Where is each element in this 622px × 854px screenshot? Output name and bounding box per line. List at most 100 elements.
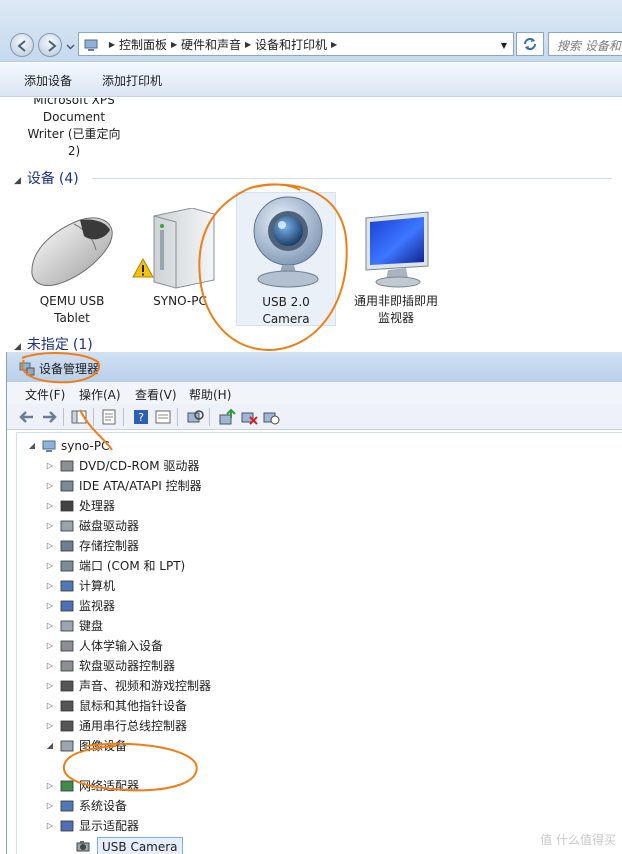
- hid-icon: [60, 640, 74, 652]
- printer-xps-label[interactable]: Microsoft XPS Document Writer (已重定向 2): [22, 98, 126, 160]
- search-input[interactable]: 搜索 设备和打印机: [548, 32, 622, 56]
- device-tree: ◢ syno-PC ▷ DVD/CD-ROM 驱动器 ▷ IDE ATA/ATAPI …: [16, 432, 622, 854]
- devices-and-printers-window: ▶控制面板▶硬件和声音▶设备和打印机▶ ▼ 搜索 设备和打印机 添加设备 添加打…: [0, 0, 622, 352]
- device-qemu-usb-tablet[interactable]: QEMU USB Tablet: [22, 210, 122, 327]
- computer-icon: [42, 440, 56, 452]
- device-syno-pc[interactable]: SYNO-PC: [130, 207, 230, 310]
- tree-category-label: 声音、视频和游戏控制器: [79, 679, 212, 693]
- expand-icon[interactable]: ▷: [45, 617, 55, 635]
- tree-category-label: 系统设备: [79, 799, 128, 813]
- expand-icon[interactable]: ▷: [45, 677, 55, 695]
- group-count: (1): [72, 337, 93, 352]
- refresh-button[interactable]: [516, 32, 544, 56]
- chevron-down-icon[interactable]: [66, 42, 75, 51]
- keyboard-icon: [60, 620, 74, 632]
- expand-icon[interactable]: ▷: [45, 517, 55, 535]
- display-adapter-icon: [60, 820, 74, 832]
- navigation-bar: ▶控制面板▶硬件和声音▶设备和打印机▶ ▼ 搜索 设备和打印机: [0, 0, 622, 62]
- add-printer-button[interactable]: 添加打印机: [102, 72, 162, 89]
- control-panel-icon: [84, 39, 98, 51]
- devices-group-header[interactable]: ◢ 设备 (4): [14, 168, 79, 188]
- menu-action[interactable]: 操作(A): [79, 386, 121, 403]
- show-hide-tree-icon[interactable]: [69, 407, 89, 427]
- tree-category-label: 计算机: [79, 579, 116, 593]
- expand-icon[interactable]: ▷: [45, 717, 55, 735]
- add-device-button[interactable]: 添加设备: [24, 72, 72, 89]
- chevron-down-icon[interactable]: ▼: [501, 41, 507, 50]
- breadcrumb-control-panel[interactable]: 控制面板: [119, 37, 167, 53]
- expand-icon[interactable]: ▷: [45, 817, 55, 835]
- update-driver-icon[interactable]: [217, 407, 237, 427]
- unspecified-group-header[interactable]: ◢ 未指定 (1): [14, 334, 93, 352]
- refresh-icon: [524, 38, 536, 50]
- warning-icon: [132, 258, 154, 278]
- command-bar: 添加设备 添加打印机: [0, 63, 622, 97]
- breadcrumb: ▶ 控制面板 ▶ 硬件和声音 ▶ 设备和打印机 ▶: [108, 37, 338, 53]
- menu-view[interactable]: 查看(V): [135, 386, 177, 403]
- title-bar: 设备管理器: [7, 352, 622, 382]
- menu-file[interactable]: 文件(F): [25, 386, 65, 403]
- devices-content: Microsoft XPS Document Writer (已重定向 2) ◢ 设备(…: [0, 98, 622, 352]
- device-manager-window: 设备管理器 文件(F) 操作(A) 查看(V) 帮助(H) ? ◢ syno-P…: [6, 352, 622, 854]
- mouse-icon: [60, 700, 74, 712]
- tree-category-label: 端口 (COM 和 LPT): [79, 559, 186, 573]
- expand-icon[interactable]: ▷: [45, 577, 55, 595]
- help-icon[interactable]: ?: [131, 407, 151, 427]
- group-label: 设备: [26, 171, 55, 187]
- computer-icon: [60, 580, 74, 592]
- tool-bar: ?: [7, 404, 622, 430]
- expand-icon[interactable]: ▷: [45, 557, 55, 575]
- tree-category-label: 鼠标和其他指针设备: [79, 699, 188, 713]
- expand-icon[interactable]: ▷: [45, 537, 55, 555]
- camera-icon: [76, 841, 90, 852]
- back-button[interactable]: [10, 33, 34, 57]
- uninstall-icon[interactable]: [239, 407, 259, 427]
- device-usb-camera[interactable]: USB 2.0 Camera: [236, 192, 336, 326]
- tree-category-label: DVD/CD-ROM 驱动器: [79, 459, 200, 473]
- arrow-right-icon: [48, 40, 57, 52]
- view-icon[interactable]: [153, 407, 173, 427]
- tree-category-label: 通用串行总线控制器: [79, 719, 188, 733]
- tree-category-label: 处理器: [79, 499, 116, 513]
- tree-category-label: 图像设备: [79, 739, 128, 753]
- expand-icon[interactable]: ▷: [45, 777, 55, 795]
- device-generic-monitor[interactable]: 通用非即插即用 监视器: [346, 210, 446, 327]
- tree-root-label: syno-PC: [61, 439, 110, 453]
- scan-hardware-icon[interactable]: [185, 407, 205, 427]
- expand-icon[interactable]: ▷: [45, 477, 55, 495]
- breadcrumb-hardware-sound[interactable]: 硬件和声音: [181, 37, 241, 53]
- tree-item-label: USB Camera: [97, 837, 183, 854]
- group-label: 未指定: [26, 337, 69, 352]
- expand-icon[interactable]: ▷: [45, 657, 55, 675]
- monitor-icon: [365, 211, 429, 288]
- disk-drive-icon: [60, 520, 74, 532]
- menu-help[interactable]: 帮助(H): [189, 386, 231, 403]
- expand-icon[interactable]: ▷: [45, 637, 55, 655]
- menu-bar: 文件(F) 操作(A) 查看(V) 帮助(H): [7, 382, 622, 404]
- expand-icon[interactable]: ▷: [45, 797, 55, 815]
- monitor-icon: [60, 600, 74, 612]
- forward-button[interactable]: [38, 33, 62, 57]
- expand-icon[interactable]: ▷: [45, 597, 55, 615]
- forward-arrow-icon[interactable]: [39, 407, 59, 427]
- back-arrow-icon[interactable]: [17, 407, 37, 427]
- group-count: (4): [58, 171, 79, 187]
- imaging-device-icon: [60, 740, 74, 752]
- webcam-icon: [253, 196, 323, 288]
- disable-device-icon[interactable]: [261, 407, 281, 427]
- collapse-icon[interactable]: ◢: [27, 437, 37, 455]
- expand-icon[interactable]: ▷: [45, 697, 55, 715]
- breadcrumb-devices-printers[interactable]: 设备和打印机: [255, 37, 327, 53]
- sound-controller-icon: [60, 680, 74, 692]
- properties-icon[interactable]: [99, 407, 119, 427]
- storage-controller-icon: [60, 540, 74, 552]
- tree-category-label: 人体学输入设备: [79, 639, 164, 653]
- arrow-left-icon: [17, 40, 26, 52]
- expand-icon[interactable]: ▷: [45, 497, 55, 515]
- tree-category-label: 存储控制器: [79, 539, 140, 553]
- collapse-icon[interactable]: ◢: [45, 737, 55, 755]
- tree-category-label: 网络适配器: [79, 779, 140, 793]
- floppy-controller-icon: [60, 660, 74, 672]
- expand-icon[interactable]: ▷: [45, 457, 55, 475]
- address-bar[interactable]: ▶ 控制面板 ▶ 硬件和声音 ▶ 设备和打印机 ▶ ▼: [78, 32, 514, 56]
